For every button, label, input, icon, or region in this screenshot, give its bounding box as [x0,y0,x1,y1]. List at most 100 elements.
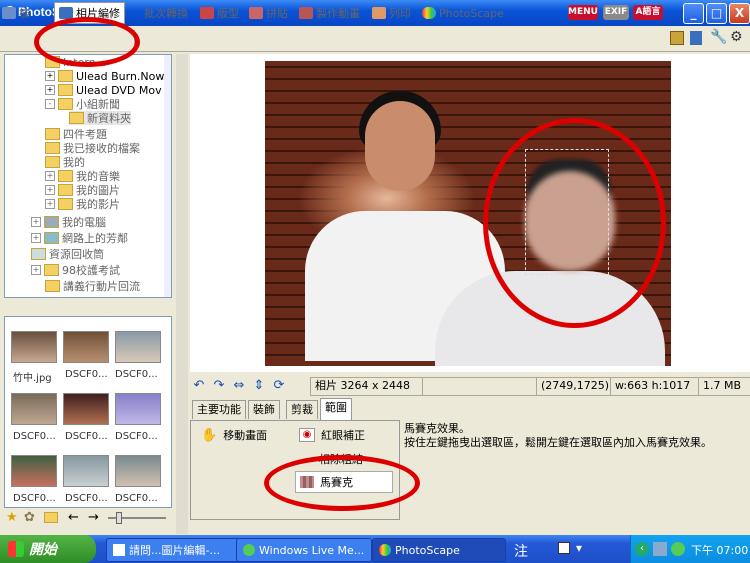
tree-node[interactable]: + 我的影片 [45,197,120,211]
tools-icon[interactable]: ✿ [24,510,35,525]
menu-button[interactable]: MENU [568,5,598,20]
minimize-button[interactable]: _ [683,3,704,24]
tab-animated-gif[interactable]: 製作動畫 [299,2,360,24]
status-empty [422,377,544,396]
tab-viewer[interactable]: 檢 [2,2,30,24]
folder-icon [44,264,59,276]
edit-tabs: 主要功能 裝飾 剪裁 範圍 [190,398,400,421]
rotate-left-icon[interactable]: ↶ [192,379,206,393]
start-button[interactable]: 開始 [0,535,96,563]
thumbnail-label: DSCF0... [115,431,158,442]
tab-region[interactable]: 範圍 [320,398,352,421]
tree-node[interactable]: 四件考題 [45,127,107,141]
thumbnail[interactable] [11,331,57,363]
folder-icon [58,70,73,82]
recycle-bin-icon [31,248,46,260]
thumbnail[interactable] [63,455,109,487]
language-button[interactable]: A語言 [633,5,663,20]
settings-icon[interactable]: ⚙ [730,29,743,45]
ime-mode-icon[interactable] [558,542,570,554]
thumbnail-label: 竹中.jpg [13,373,52,384]
expand-icon[interactable]: + [45,85,55,95]
tab-decorate[interactable]: 裝飾 [248,400,280,419]
tab-crop[interactable]: 剪裁 [286,400,318,419]
folder-icon [58,170,73,182]
thumbnail-tools: ★ ✿ ← → [4,510,172,528]
thumbnail-list[interactable]: 竹中.jpg DSCF0... DSCF0... DSCF0... DSCF0.… [4,316,172,508]
tree-node[interactable]: 我已接收的檔案 [45,141,140,155]
tray-expand-icon[interactable]: ‹ [635,542,649,556]
close-button[interactable]: X [729,3,750,24]
photo-region [365,101,435,191]
messenger-tray-icon[interactable] [671,542,685,556]
tree-node[interactable]: + 我的電腦 [31,215,106,229]
ime-indicator[interactable]: 注 [514,541,528,561]
thumbnail[interactable] [63,331,109,363]
slider-thumb[interactable] [116,512,122,524]
film-icon[interactable] [670,31,684,45]
refresh-icon[interactable]: ⟳ [272,379,286,393]
expand-icon[interactable]: + [45,199,55,209]
cursor-coordinates: (2749,1725) [536,377,620,396]
exif-button[interactable]: EXIF [603,5,629,20]
taskbar-item[interactable]: Windows Live Me... [236,538,372,562]
expand-icon[interactable]: + [45,71,55,81]
tree-node[interactable]: 資源回收筒 [31,247,104,261]
tab-photoscape[interactable]: PhotoScape [422,2,504,24]
thumbnail[interactable] [11,455,57,487]
expand-icon[interactable]: + [45,185,55,195]
combine-icon [249,7,263,19]
expand-icon[interactable]: + [45,171,55,181]
thumbnail[interactable] [63,393,109,425]
expand-icon[interactable]: + [31,233,41,243]
computer-icon [44,216,59,228]
tab-batch[interactable]: 批次轉換 [144,2,188,24]
tree-node[interactable]: 講義行動片回流 [45,279,140,293]
expand-icon[interactable]: + [31,217,41,227]
folder-icon[interactable] [44,512,58,523]
tree-node[interactable]: + Ulead DVD Mov [45,83,162,97]
back-arrow-icon[interactable]: ← [68,510,79,525]
tab-print[interactable]: 列印 [372,2,411,24]
tree-node[interactable]: + 我的音樂 [45,169,120,183]
folder-tree[interactable]: Intern... + Ulead Burn.Now + Ulead DVD Mov… [4,54,172,298]
tree-node[interactable]: + 我的圖片 [45,183,120,197]
ime-settings-icon[interactable]: ▾ [576,541,582,555]
maximize-button[interactable]: □ [706,3,727,24]
taskbar-item[interactable]: 請問...圖片編輯-... [106,538,240,562]
tab-main-functions[interactable]: 主要功能 [192,400,246,419]
taskbar-item-active[interactable]: PhotoScape [372,538,506,562]
move-view-button[interactable]: ✋ 移動畫面 [201,427,267,443]
star-icon[interactable]: ★ [6,510,18,525]
forward-arrow-icon[interactable]: → [88,510,99,525]
document-icon [113,544,125,556]
collapse-icon[interactable]: - [45,99,55,109]
network-icon[interactable] [653,542,667,556]
copy-icon[interactable] [690,31,702,45]
tree-node[interactable]: + Ulead Burn.Now [45,69,164,83]
tree-node[interactable]: 我的 [45,155,85,169]
flip-horizontal-icon[interactable]: ⇔ [232,379,246,393]
thumbnail-label: DSCF0... [115,493,158,504]
flip-vertical-icon[interactable]: ⇕ [252,379,266,393]
thumbnail[interactable] [115,393,161,425]
folder-icon [58,84,73,96]
red-eye-button[interactable]: ◉ 紅眼補正 [299,427,365,443]
thumbnail[interactable] [115,455,161,487]
tree-node[interactable]: - 小組新聞 [45,97,120,111]
panel-splitter[interactable] [0,300,176,314]
thumbnail[interactable] [115,331,161,363]
expand-icon[interactable]: + [31,265,41,275]
folder-icon [58,98,73,110]
tree-node[interactable]: + 網路上的芳鄰 [31,231,128,245]
tree-node-selected[interactable]: 新資料夾 [69,111,131,125]
collapse-bar[interactable] [176,54,188,534]
rotate-right-icon[interactable]: ↷ [212,379,226,393]
tab-page[interactable]: 版型 [200,2,239,24]
tab-combine[interactable]: 拼貼 [249,2,288,24]
tree-node[interactable]: +98校護考試 [31,263,120,277]
tree-scrollbar[interactable] [164,55,171,297]
tools-icon[interactable]: 🔧 [710,29,727,45]
folder-icon [45,156,60,168]
thumbnail[interactable] [11,393,57,425]
